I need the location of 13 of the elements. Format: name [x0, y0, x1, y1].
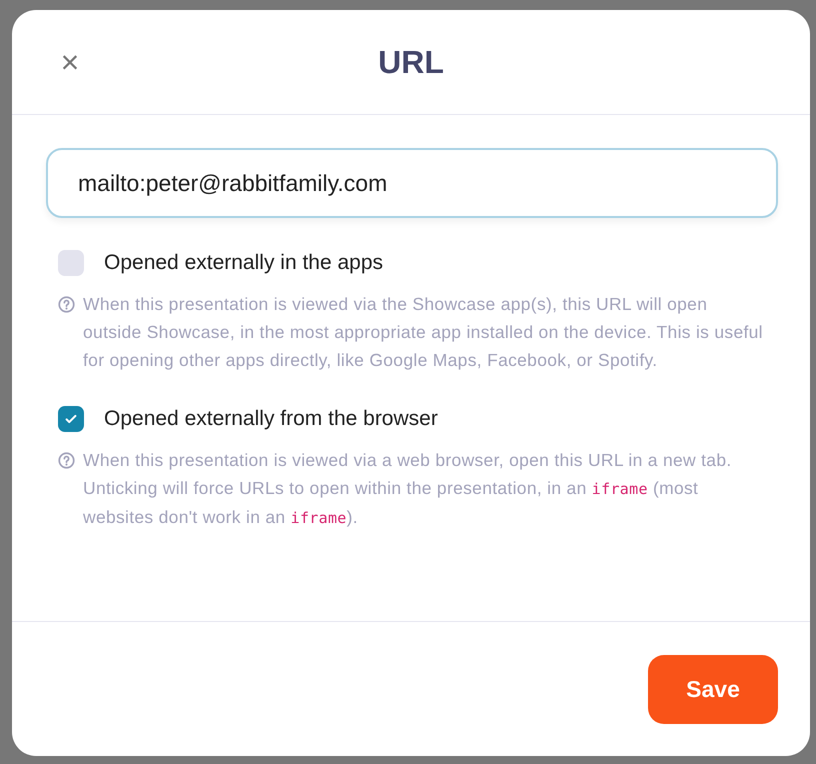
- checkbox[interactable]: [58, 406, 84, 432]
- checkbox[interactable]: [58, 250, 84, 276]
- option-label: Opened externally in the apps: [104, 251, 384, 275]
- option-label: Opened externally from the browser: [104, 407, 438, 431]
- checkmark-icon: [64, 412, 78, 426]
- save-button[interactable]: Save: [648, 654, 778, 724]
- close-button[interactable]: ×: [56, 48, 84, 76]
- url-field[interactable]: mailto:peter@rabbitfamily.com: [46, 148, 778, 218]
- help-text: When this presentation is viewed via the Showcase app(s), this URL will open outside Showcase, in the most appropriate app installed on the device. This is useful for opening other apps directly, like Google Maps, Facebook, or Spotify.: [83, 293, 763, 372]
- help-text: When this presentation is viewed via a web browser, open this URL in a new tab. Unticking will force URLs to open within the presentation, in an iframe (most websites don't work in an iframe).: [83, 449, 733, 529]
- help-icon: [58, 452, 75, 469]
- dialog-title: URL: [378, 44, 444, 80]
- help-icon: [58, 296, 75, 313]
